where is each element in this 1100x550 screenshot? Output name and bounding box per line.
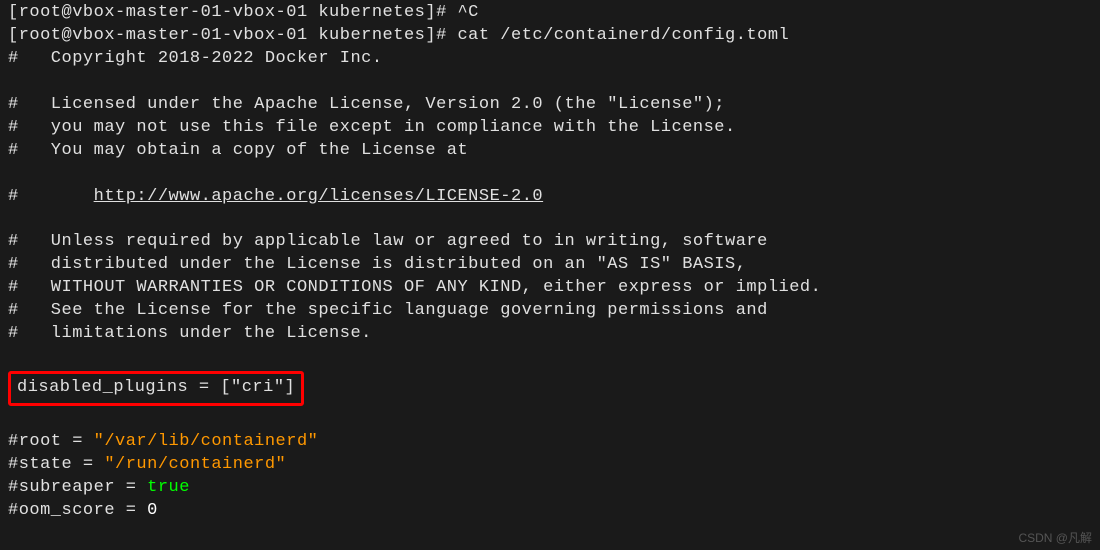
- highlight-box: disabled_plugins = ["cri"]: [8, 371, 304, 406]
- watermark-text: CSDN @凡解: [1018, 530, 1092, 546]
- terminal-output[interactable]: [root@vbox-master-01-vbox-01 kubernetes]…: [0, 2, 1100, 523]
- file-line: [8, 408, 1092, 431]
- file-line: [8, 163, 1092, 186]
- config-value: "/var/lib/containerd": [94, 432, 319, 451]
- config-key: #oom_score =: [8, 501, 147, 520]
- file-line: # Copyright 2018-2022 Docker Inc.: [8, 48, 1092, 71]
- config-key: #root =: [8, 432, 94, 451]
- config-value: "/run/containerd": [104, 455, 286, 474]
- prompt-line-1: [root@vbox-master-01-vbox-01 kubernetes]…: [8, 2, 1092, 25]
- file-line: #subreaper = true: [8, 477, 1092, 500]
- file-line: # http://www.apache.org/licenses/LICENSE…: [8, 186, 1092, 209]
- config-key: #state =: [8, 455, 104, 474]
- file-line: # limitations under the License.: [8, 323, 1092, 346]
- comment-text: # See the License for the specific langu…: [8, 301, 768, 320]
- file-line: [8, 346, 1092, 369]
- highlighted-config-line: disabled_plugins = ["cri"]: [8, 369, 1092, 408]
- comment-text: # limitations under the License.: [8, 324, 372, 343]
- comment-text: # WITHOUT WARRANTIES OR CONDITIONS OF AN…: [8, 278, 821, 297]
- config-value: 0: [147, 501, 158, 520]
- config-key: #subreaper =: [8, 478, 147, 497]
- command-text: cat /etc/containerd/config.toml: [457, 26, 789, 45]
- file-line: #oom_score = 0: [8, 500, 1092, 523]
- comment-text: # Licensed under the Apache License, Ver…: [8, 95, 725, 114]
- file-line: # You may obtain a copy of the License a…: [8, 140, 1092, 163]
- comment-text: # Unless required by applicable law or a…: [8, 232, 768, 251]
- comment-text: # You may obtain a copy of the License a…: [8, 141, 468, 160]
- file-line: #state = "/run/containerd": [8, 454, 1092, 477]
- file-line: # See the License for the specific langu…: [8, 300, 1092, 323]
- prompt-text: [root@vbox-master-01-vbox-01 kubernetes]…: [8, 3, 479, 22]
- comment-text: # Copyright 2018-2022 Docker Inc.: [8, 49, 383, 68]
- comment-text: #: [8, 187, 94, 206]
- file-line: [8, 71, 1092, 94]
- config-text: disabled_plugins = ["cri"]: [17, 378, 295, 397]
- config-value: true: [147, 478, 190, 497]
- file-line: #root = "/var/lib/containerd": [8, 431, 1092, 454]
- comment-text: # you may not use this file except in co…: [8, 118, 736, 137]
- file-line: # Unless required by applicable law or a…: [8, 231, 1092, 254]
- file-line: # Licensed under the Apache License, Ver…: [8, 94, 1092, 117]
- license-url: http://www.apache.org/licenses/LICENSE-2…: [94, 187, 543, 206]
- file-line: # WITHOUT WARRANTIES OR CONDITIONS OF AN…: [8, 277, 1092, 300]
- comment-text: # distributed under the License is distr…: [8, 255, 746, 274]
- file-line: # you may not use this file except in co…: [8, 117, 1092, 140]
- file-line: # distributed under the License is distr…: [8, 254, 1092, 277]
- prompt-text: [root@vbox-master-01-vbox-01 kubernetes]…: [8, 26, 457, 45]
- prompt-line-2: [root@vbox-master-01-vbox-01 kubernetes]…: [8, 25, 1092, 48]
- file-line: [8, 208, 1092, 231]
